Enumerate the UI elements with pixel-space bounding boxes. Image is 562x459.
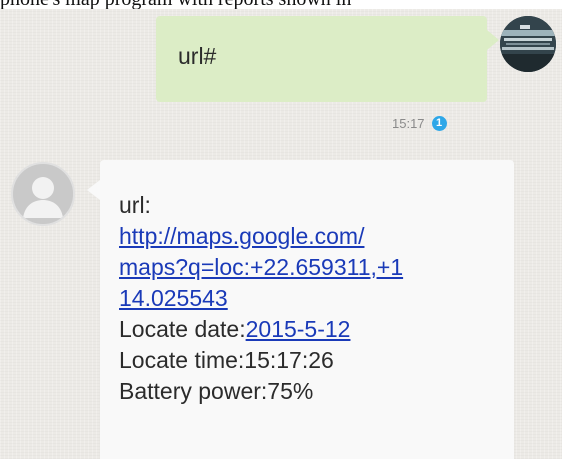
locate-date-row: Locate date:2015-5-12 [119, 314, 403, 345]
message-timestamp: 15:17 [392, 116, 425, 131]
battery-row: Battery power:75% [119, 376, 403, 407]
user-photo-icon [500, 16, 556, 72]
map-link-line-3[interactable]: 14.025543 [119, 283, 403, 314]
url-label: url: [119, 192, 151, 218]
default-person-icon [13, 164, 73, 224]
contact-avatar[interactable] [11, 162, 75, 226]
incoming-message-bubble[interactable]: url: http://maps.google.com/ maps?q=loc:… [87, 160, 514, 459]
locate-time-value: 15:17:26 [244, 347, 334, 373]
map-link-line-1[interactable]: http://maps.google.com/ [119, 221, 403, 252]
locate-time-label: Locate time: [119, 347, 245, 373]
locate-time-row: Locate time:15:17:26 [119, 345, 403, 376]
top-cutoff-text: phone's map program with reports shown i… [0, 0, 562, 9]
top-fragment-text: phone's map program with reports shown i… [0, 0, 351, 9]
map-link-line-2[interactable]: maps?q=loc:+22.659311,+1 [119, 252, 403, 283]
battery-label: Battery power: [119, 378, 268, 404]
battery-value: 75% [267, 378, 314, 404]
self-avatar[interactable] [500, 16, 556, 72]
outgoing-message-bubble[interactable]: url# [156, 16, 499, 102]
message-meta: 15:17 1 [392, 116, 447, 131]
locate-date-label: Locate date: [119, 316, 246, 342]
incoming-message-content: url: http://maps.google.com/ maps?q=loc:… [119, 190, 403, 407]
outgoing-message-text: url# [178, 43, 217, 69]
locate-date-link[interactable]: 2015-5-12 [246, 316, 351, 342]
sim-badge-icon: 1 [431, 116, 447, 131]
